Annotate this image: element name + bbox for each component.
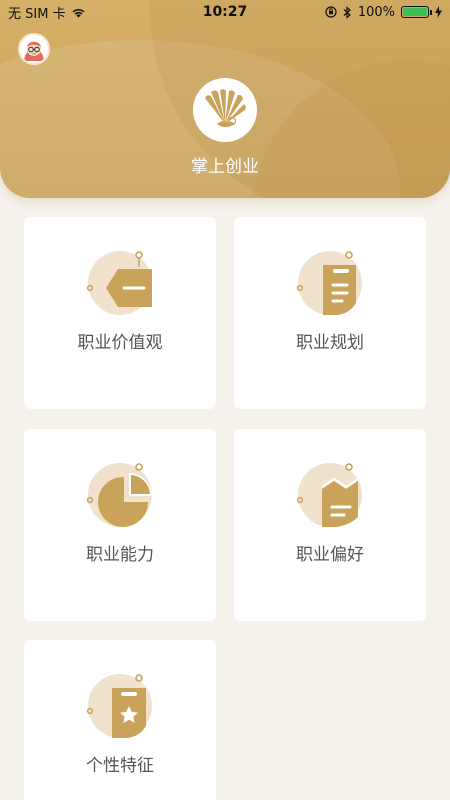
tag-icon [86, 251, 152, 315]
menu-card-label: 个性特征 [86, 756, 154, 776]
status-bar: 无 SIM 卡 10:27 100% [0, 0, 450, 24]
menu-card-label: 职业能力 [86, 545, 154, 565]
avatar-face-icon [20, 35, 48, 63]
menu-card-label: 职业价值观 [77, 333, 163, 353]
menu-card-career-preference[interactable]: 职业偏好 [234, 429, 426, 621]
orientation-lock-icon [325, 6, 337, 18]
clipboard-icon [296, 251, 362, 315]
charging-icon [435, 6, 442, 18]
menu-card-personality[interactable]: 个性特征 [24, 640, 216, 800]
wifi-icon [72, 8, 85, 17]
menu-card-career-planning[interactable]: 职业规划 [234, 217, 426, 409]
menu-card-label: 职业偏好 [296, 545, 364, 565]
user-avatar[interactable] [18, 33, 50, 65]
fan-logo-icon [205, 89, 246, 127]
menu-card-label: 职业规划 [296, 333, 364, 353]
star-badge-icon [86, 674, 152, 738]
pie-chart-icon [86, 463, 152, 527]
bluetooth-icon [343, 5, 351, 19]
carrier-text: 无 SIM 卡 [8, 6, 66, 22]
trend-chart-icon [296, 463, 362, 527]
menu-card-career-values[interactable]: 职业价值观 [24, 217, 216, 409]
menu-card-career-ability[interactable]: 职业能力 [24, 429, 216, 621]
battery-percent: 100% [357, 4, 395, 20]
app-title: 掌上创业 [191, 157, 259, 177]
screen: 无 SIM 卡 10:27 100% 掌上创业 职业价值观 职业规划 职业能力 … [0, 0, 450, 800]
app-logo [193, 78, 257, 142]
battery-icon [401, 6, 432, 18]
